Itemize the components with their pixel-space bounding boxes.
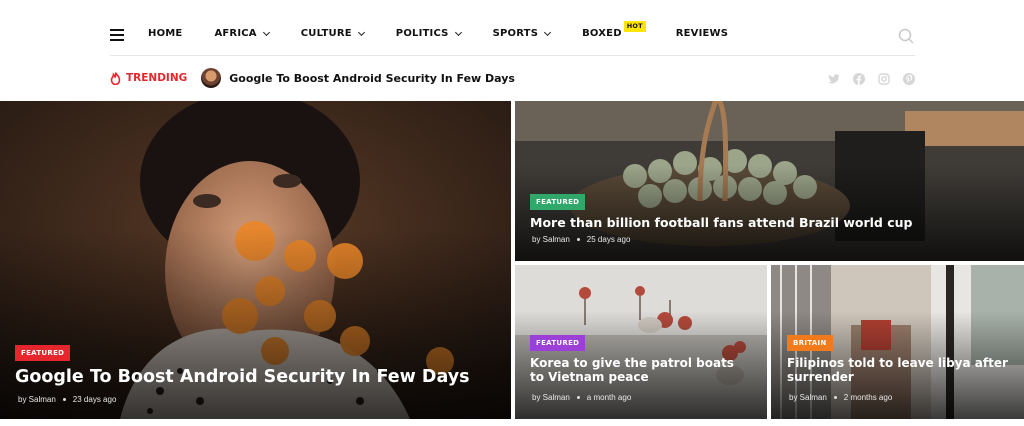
image-overlay [515, 165, 1024, 261]
nav-item-sports[interactable]: SPORTS [492, 28, 552, 39]
story-author[interactable]: by Salman [18, 395, 56, 404]
nav-item-label: CULTURE [300, 28, 352, 39]
story-meta: by Salman 25 days ago [532, 235, 630, 244]
meta-separator [576, 238, 580, 241]
chevron-down-icon [357, 28, 365, 36]
story-title[interactable]: More than billion football fans attend B… [530, 215, 1000, 230]
category-badge[interactable]: FEATURED [530, 194, 586, 210]
nav-item-label: REVIEWS [675, 28, 729, 39]
hot-badge: HOT [623, 21, 646, 32]
story-meta: by Salman 2 months ago [789, 393, 892, 402]
social-links [828, 72, 928, 85]
main-nav: HOME AFRICA CULTURE POLITICS SPORTS BOXE… [0, 0, 1024, 56]
story-author[interactable]: by Salman [532, 393, 570, 402]
nav-item-label: HOME [148, 28, 183, 39]
story-meta: by Salman 23 days ago [18, 395, 116, 404]
nav-item-label: POLITICS [395, 28, 449, 39]
pinterest-icon[interactable] [903, 72, 915, 85]
story-time: 25 days ago [586, 235, 631, 244]
story-meta: by Salman a month ago [532, 393, 631, 402]
chevron-down-icon [454, 28, 462, 36]
featured-story-top-right[interactable]: FEATURED More than billion football fans… [515, 101, 1024, 261]
hamburger-menu-icon[interactable] [110, 29, 124, 41]
meta-separator [62, 398, 66, 401]
story-time: 2 months ago [843, 393, 893, 402]
chevron-down-icon [544, 28, 552, 36]
story-author[interactable]: by Salman [789, 393, 827, 402]
instagram-icon[interactable] [878, 72, 890, 85]
story-title[interactable]: Filipinos told to leave libya after surr… [787, 356, 1012, 385]
facebook-icon[interactable] [853, 72, 865, 85]
trending-thumbnail[interactable] [201, 68, 222, 88]
nav-divider [110, 55, 915, 56]
nav-item-label: SPORTS [492, 28, 539, 39]
nav-item-label: BOXED [582, 28, 622, 39]
nav-item-home[interactable]: HOME [148, 28, 182, 39]
category-badge[interactable]: FEATURED [15, 345, 71, 361]
meta-separator [576, 396, 580, 399]
nav-item-politics[interactable]: POLITICS [395, 28, 462, 39]
nav-menu: HOME AFRICA CULTURE POLITICS SPORTS BOXE… [148, 21, 760, 39]
featured-story-bottom-right[interactable]: BRITAIN Filipinos told to leave libya af… [771, 265, 1024, 419]
story-time: a month ago [586, 393, 632, 402]
trending-label: TRENDING [110, 71, 188, 85]
category-badge[interactable]: BRITAIN [787, 335, 833, 351]
featured-story-main[interactable]: FEATURED Google To Boost Android Securit… [0, 101, 511, 419]
trending-label-text: TRENDING [126, 72, 188, 84]
search-icon[interactable] [898, 28, 914, 44]
featured-story-bottom-left[interactable]: FEATURED Korea to give the patrol boats … [515, 265, 767, 419]
nav-item-africa[interactable]: AFRICA [214, 28, 270, 39]
flame-icon [110, 71, 121, 85]
story-title[interactable]: Korea to give the patrol boats to Vietna… [530, 356, 750, 385]
story-title[interactable]: Google To Boost Android Security In Few … [15, 367, 495, 388]
meta-separator [833, 396, 837, 399]
nav-item-label: AFRICA [214, 28, 257, 39]
twitter-icon[interactable] [828, 72, 840, 84]
nav-item-culture[interactable]: CULTURE [300, 28, 365, 39]
nav-item-boxed[interactable]: BOXED HOT [582, 21, 646, 39]
image-overlay [0, 228, 511, 419]
nav-item-reviews[interactable]: REVIEWS [676, 28, 728, 39]
category-badge[interactable]: FEATURED [530, 335, 586, 351]
trending-bar: TRENDING Google To Boost Android Securit… [110, 68, 515, 88]
chevron-down-icon [262, 28, 270, 36]
story-author[interactable]: by Salman [532, 235, 570, 244]
trending-headline-link[interactable]: Google To Boost Android Security In Few … [229, 72, 515, 85]
story-time: 23 days ago [72, 395, 117, 404]
